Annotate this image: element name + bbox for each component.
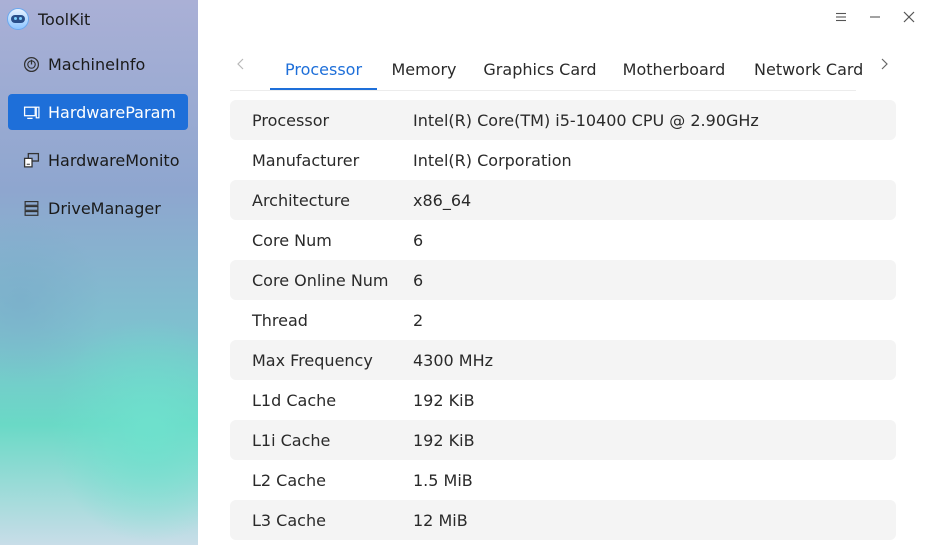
row-value: Intel(R) Corporation	[413, 150, 572, 170]
tab-prev-button[interactable]	[231, 54, 251, 74]
row-label: L2 Cache	[252, 470, 326, 490]
table-row: Processor Intel(R) Core(TM) i5-10400 CPU…	[230, 100, 896, 140]
row-label: Architecture	[252, 190, 350, 210]
row-value: 192 KiB	[413, 390, 475, 410]
sidebar-item-label: HardwareMonito	[48, 150, 180, 170]
menu-button[interactable]	[831, 8, 851, 28]
processor-info-table: Processor Intel(R) Core(TM) i5-10400 CPU…	[230, 100, 896, 540]
row-value: 192 KiB	[413, 430, 475, 450]
sidebar: ToolKit MachineInfo HardwareParam Hardwa…	[0, 0, 198, 545]
row-value: 12 MiB	[413, 510, 468, 530]
chevron-right-icon	[879, 55, 889, 74]
tab-processor[interactable]: Processor	[270, 48, 377, 90]
row-value: Intel(R) Core(TM) i5-10400 CPU @ 2.90GHz	[413, 110, 759, 130]
table-row: Core Online Num 6	[230, 260, 896, 300]
row-value: 4300 MHz	[413, 350, 494, 370]
sidebar-item-label: MachineInfo	[48, 54, 146, 74]
sidebar-item-machineinfo[interactable]: MachineInfo	[8, 46, 188, 82]
minimize-icon	[868, 9, 882, 28]
sidebar-item-drivemanager[interactable]: DriveManager	[8, 190, 188, 226]
hardware-monitor-icon	[23, 152, 40, 169]
close-button[interactable]	[899, 8, 919, 28]
row-label: L3 Cache	[252, 510, 326, 530]
table-row: Thread 2	[230, 300, 896, 340]
row-label: Core Num	[252, 230, 332, 250]
row-value: 6	[413, 230, 424, 250]
row-label: Max Frequency	[252, 350, 373, 370]
table-row: Manufacturer Intel(R) Corporation	[230, 140, 896, 180]
row-value: 2	[413, 310, 424, 330]
row-label: Thread	[252, 310, 308, 330]
table-row: L3 Cache 12 MiB	[230, 500, 896, 540]
chevron-left-icon	[236, 55, 246, 74]
sidebar-item-hardwareparam[interactable]: HardwareParam	[8, 94, 188, 130]
table-row: Max Frequency 4300 MHz	[230, 340, 896, 380]
sidebar-item-label: DriveManager	[48, 198, 161, 218]
table-row: L2 Cache 1.5 MiB	[230, 460, 896, 500]
tab-graphics-card[interactable]: Graphics Card	[471, 48, 609, 90]
app-header: ToolKit	[7, 6, 90, 32]
gauge-icon	[23, 56, 40, 73]
table-row: L1d Cache 192 KiB	[230, 380, 896, 420]
row-label: Core Online Num	[252, 270, 389, 290]
sidebar-item-label: HardwareParam	[48, 102, 176, 122]
row-label: Manufacturer	[252, 150, 360, 170]
tab-divider	[230, 90, 856, 91]
app-logo-icon	[7, 8, 29, 30]
minimize-button[interactable]	[865, 8, 885, 28]
drive-stack-icon	[23, 200, 40, 217]
tab-next-button[interactable]	[874, 54, 894, 74]
row-label: Processor	[252, 110, 330, 130]
tab-motherboard[interactable]: Motherboard	[609, 48, 739, 90]
row-label: L1d Cache	[252, 390, 337, 410]
sidebar-item-hardwaremonito[interactable]: HardwareMonito	[8, 142, 188, 178]
table-row: L1i Cache 192 KiB	[230, 420, 896, 460]
app-title: ToolKit	[38, 9, 91, 29]
close-icon	[902, 9, 916, 28]
sidebar-nav: MachineInfo HardwareParam HardwareMonito…	[8, 46, 188, 238]
hardware-param-icon	[23, 104, 40, 121]
menu-icon	[834, 9, 848, 28]
row-value: 1.5 MiB	[413, 470, 473, 490]
table-row: Architecture x86_64	[230, 180, 896, 220]
tab-network-card[interactable]: Network Card	[739, 48, 875, 90]
tab-memory[interactable]: Memory	[377, 48, 471, 90]
row-label: L1i Cache	[252, 430, 331, 450]
row-value: x86_64	[413, 190, 472, 210]
row-value: 6	[413, 270, 424, 290]
table-row: Core Num 6	[230, 220, 896, 260]
tab-bar: Processor Memory Graphics Card Motherboa…	[270, 48, 875, 90]
